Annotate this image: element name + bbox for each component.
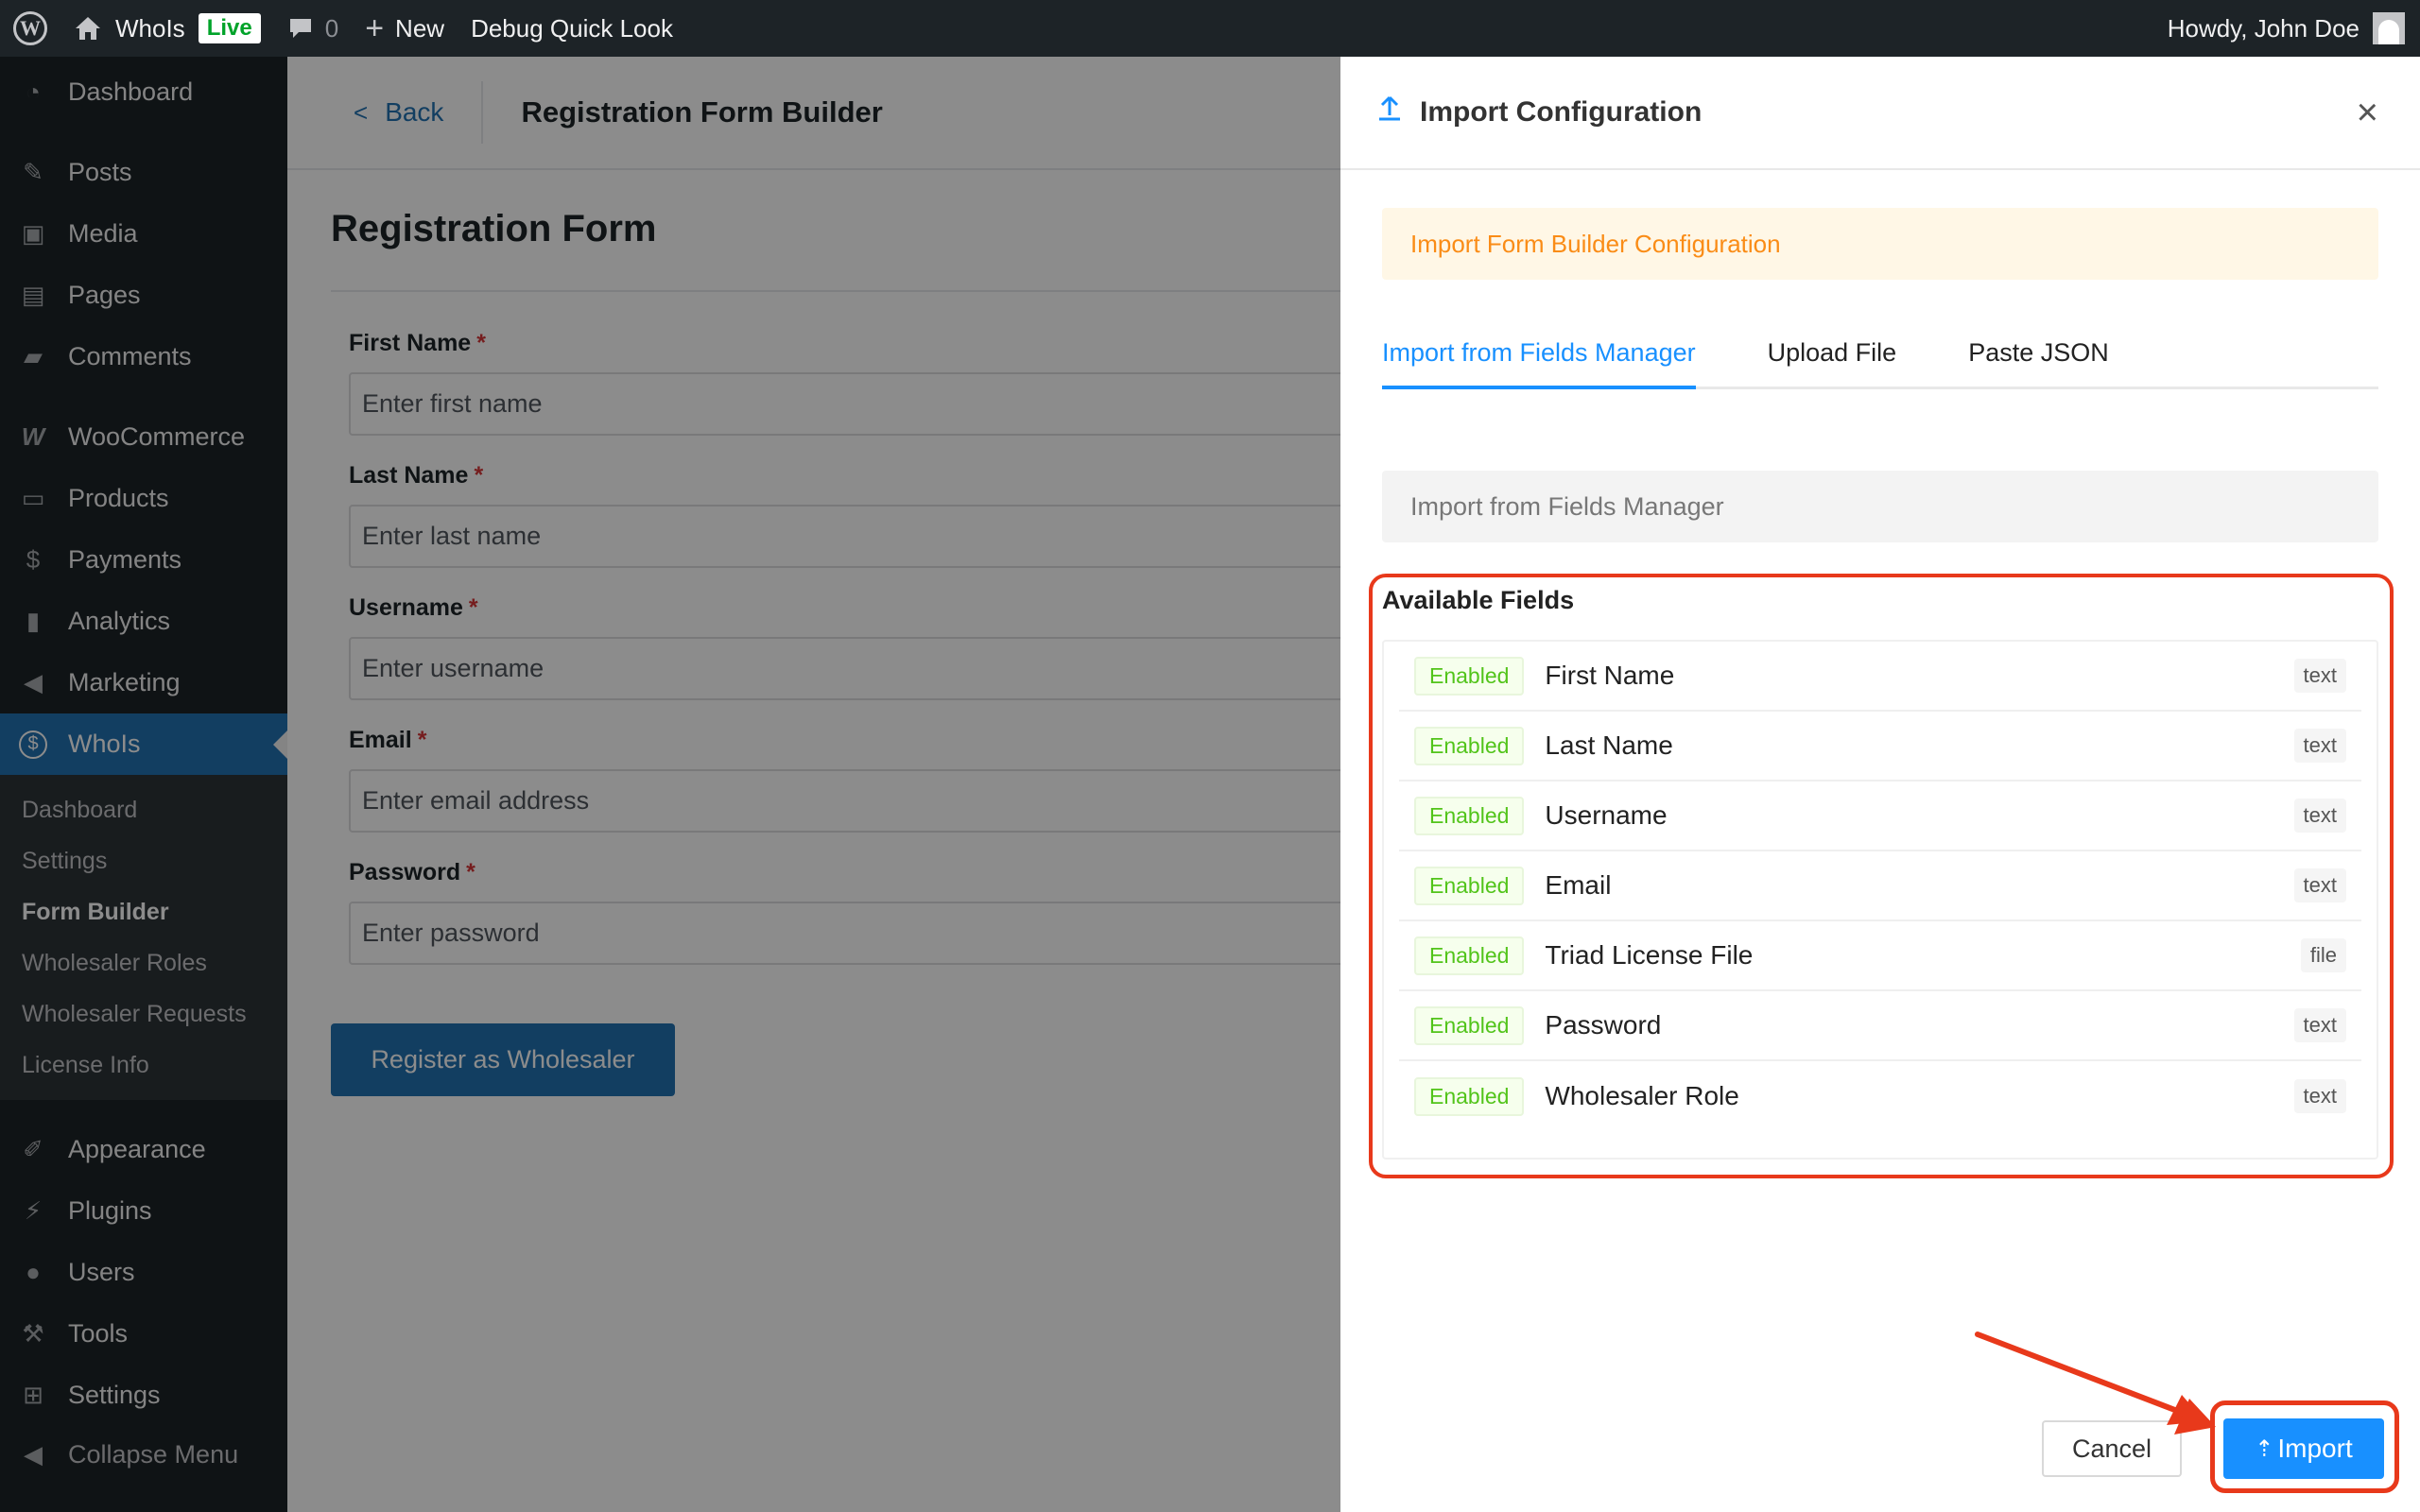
tab-upload-file[interactable]: Upload File: [1768, 338, 1897, 387]
annotation-arrow-icon: [1975, 1332, 2216, 1435]
field-name: First Name: [1545, 661, 1675, 690]
import-label: Import: [2277, 1434, 2353, 1463]
import-tabs: Import from Fields Manager Upload File P…: [1382, 308, 2378, 389]
status-badge: Enabled: [1414, 936, 1525, 975]
available-fields-list: Enabled First Name text Enabled Last Nam…: [1382, 640, 2378, 1160]
field-type-tag: text: [2293, 799, 2346, 833]
new-label: New: [395, 13, 445, 43]
status-badge: Enabled: [1414, 1076, 1525, 1116]
list-item: Enabled Password text: [1399, 991, 2361, 1061]
list-item: Enabled Triad License File file: [1399, 921, 2361, 991]
field-type-tag: text: [2293, 659, 2346, 693]
field-type-tag: text: [2293, 1079, 2346, 1113]
status-badge: Enabled: [1414, 796, 1525, 835]
upload-icon: [1376, 94, 1403, 130]
home-icon: [76, 17, 100, 40]
tab-paste-json[interactable]: Paste JSON: [1968, 338, 2109, 387]
field-name: Email: [1545, 870, 1612, 900]
field-type-tag: text: [2293, 729, 2346, 763]
comment-icon: [289, 19, 311, 38]
tab-import-from-fields-manager[interactable]: Import from Fields Manager: [1382, 338, 1696, 389]
site-name: WhoIs: [115, 13, 185, 43]
field-type-tag: text: [2293, 1008, 2346, 1042]
debug-quick-look-link[interactable]: Debug Quick Look: [458, 0, 686, 57]
info-alert: Import Form Builder Configuration: [1382, 208, 2378, 280]
wordpress-icon: W: [13, 11, 47, 45]
available-fields-title: Available Fields: [1382, 586, 1575, 614]
comments-link[interactable]: 0: [274, 0, 352, 57]
field-name: Last Name: [1545, 730, 1673, 760]
admin-bar: W WhoIs Live 0 + New Debug Quick Look Ho…: [0, 0, 2420, 57]
list-item: Enabled First Name text: [1399, 642, 2361, 712]
upload-icon: ⇡: [2255, 1435, 2274, 1462]
wordpress-logo-button[interactable]: W: [0, 0, 60, 57]
field-name: Wholesaler Role: [1545, 1081, 1739, 1110]
live-badge: Live: [198, 13, 261, 43]
drawer-body: Import Form Builder Configuration Import…: [1340, 208, 2420, 542]
close-icon[interactable]: ×: [2357, 92, 2378, 134]
list-item: Enabled Email text: [1399, 851, 2361, 921]
field-name: Password: [1545, 1010, 1662, 1040]
status-badge: Enabled: [1414, 726, 1525, 765]
status-badge: Enabled: [1414, 1005, 1525, 1045]
fields-manager-select[interactable]: Import from Fields Manager: [1382, 471, 2378, 542]
list-item: Enabled Wholesaler Role text: [1399, 1061, 2361, 1131]
status-badge: Enabled: [1414, 656, 1525, 696]
account-menu[interactable]: Howdy, John Doe: [2168, 12, 2420, 44]
status-badge: Enabled: [1414, 866, 1525, 905]
site-name-link[interactable]: WhoIs Live: [60, 0, 274, 57]
field-name: Triad License File: [1545, 940, 1754, 970]
field-type-tag: text: [2293, 868, 2346, 902]
new-content-button[interactable]: + New: [352, 0, 458, 57]
avatar: [2373, 12, 2405, 44]
field-name: Username: [1545, 800, 1668, 830]
list-item: Enabled Last Name text: [1399, 712, 2361, 782]
drawer-header: Import Configuration ×: [1340, 57, 2420, 170]
greeting: Howdy, John Doe: [2167, 13, 2360, 43]
list-item: Enabled Username text: [1399, 782, 2361, 851]
field-type-tag: file: [2300, 938, 2346, 972]
comments-count: 0: [324, 13, 339, 43]
debug-label: Debug Quick Look: [471, 13, 673, 43]
plus-icon: +: [365, 10, 385, 46]
drawer-title: Import Configuration: [1420, 96, 1703, 128]
